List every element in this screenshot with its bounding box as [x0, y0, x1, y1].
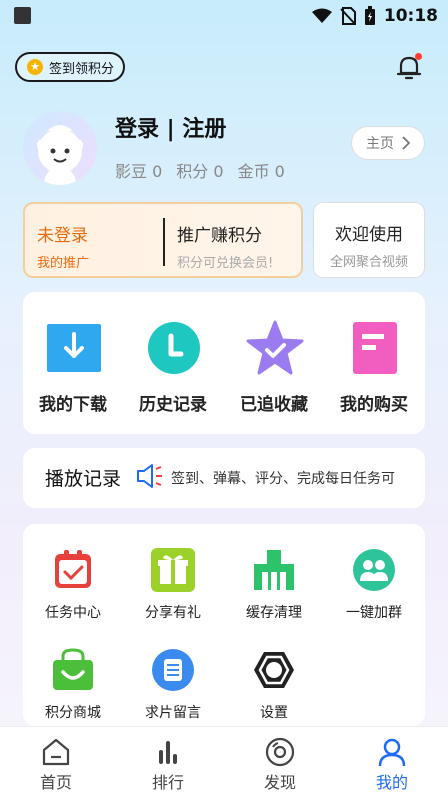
stat-coins: 金币 0 — [237, 162, 285, 181]
task-center-icon — [55, 550, 91, 588]
earn-points-title: 推广赚积分 — [177, 226, 262, 246]
task-center-label: 任务中心 — [45, 605, 101, 621]
request-message-button[interactable]: 求片留言 — [123, 648, 223, 728]
notification-badge — [415, 53, 422, 60]
chevron-right-icon — [402, 136, 410, 150]
tab-ranking[interactable]: 排行 — [112, 727, 224, 796]
earn-points-promo[interactable]: 推广赚积分 积分可兑换会员! — [177, 221, 273, 271]
promotion-card[interactable]: 未登录 我的推广 推广赚积分 积分可兑换会员! — [23, 202, 303, 278]
ranking-icon — [159, 741, 177, 764]
purchases-label: 我的购买 — [340, 395, 408, 415]
favorite-star-icon — [246, 320, 304, 375]
task-center-button[interactable]: 任务中心 — [23, 548, 123, 628]
shop-bag-icon — [53, 648, 93, 690]
my-downloads-label: 我的下载 — [39, 395, 107, 415]
speaker-announcement-icon — [137, 464, 162, 488]
welcome-sub: 全网聚合视频 — [329, 255, 408, 270]
welcome-title: 欢迎使用 — [335, 225, 403, 245]
status-bar: 10:18 — [0, 0, 448, 32]
welcome-card[interactable]: 欢迎使用 全网聚合视频 — [313, 202, 425, 278]
play-record-card[interactable]: 播放记录 签到、弹幕、评分、完成每日任务可 — [23, 448, 425, 508]
tab-home[interactable]: 首页 — [0, 727, 112, 796]
history-label: 历史记录 — [139, 395, 207, 415]
not-logged-in-label: 未登录 — [37, 226, 88, 246]
share-gift-label: 分享有礼 — [145, 605, 201, 621]
play-record-title: 播放记录 — [45, 468, 122, 490]
points-mall-label: 积分商城 — [45, 705, 101, 721]
default-avatar-icon — [37, 125, 83, 185]
cache-clean-button[interactable]: 缓存清理 — [224, 548, 324, 628]
favorites-button[interactable]: 已追收藏 — [224, 292, 324, 434]
battery-charging-icon — [364, 6, 375, 25]
star-coin-icon: ★ — [27, 59, 43, 75]
homepage-button[interactable]: 主页 — [351, 126, 425, 160]
avatar[interactable] — [23, 111, 97, 185]
tab-discover-label: 发现 — [263, 773, 296, 792]
download-icon — [47, 324, 101, 372]
my-downloads-button[interactable]: 我的下载 — [23, 292, 123, 434]
purchase-icon — [353, 322, 397, 374]
settings-button[interactable]: 设置 — [224, 648, 324, 728]
promo-divider — [163, 218, 165, 266]
wifi-icon — [311, 8, 332, 23]
status-time: 10:18 — [383, 6, 438, 26]
tab-profile-label: 我的 — [375, 773, 408, 792]
cache-clean-icon — [254, 550, 294, 590]
tools-card: 任务中心 分享有礼 缓存清理 一键加群 积分商城 求片留言 设置 — [23, 524, 425, 726]
group-icon — [353, 549, 395, 591]
points-mall-button[interactable]: 积分商城 — [23, 648, 123, 728]
stat-points: 积分 0 — [176, 162, 224, 181]
gift-icon — [151, 548, 195, 592]
cache-clean-label: 缓存清理 — [246, 605, 302, 621]
homepage-label: 主页 — [366, 136, 394, 152]
share-gift-button[interactable]: 分享有礼 — [123, 548, 223, 628]
message-icon — [152, 649, 194, 691]
no-sim-icon — [340, 7, 356, 25]
settings-label: 设置 — [260, 705, 288, 721]
settings-icon — [254, 652, 294, 688]
my-promotion-label: 我的推广 — [37, 256, 90, 271]
purchases-button[interactable]: 我的购买 — [324, 292, 424, 434]
join-group-label: 一键加群 — [346, 605, 402, 621]
home-icon — [42, 738, 70, 766]
quick-actions-card: 我的下载 历史记录 已追收藏 我的购买 — [23, 292, 425, 434]
favorites-label: 已追收藏 — [240, 395, 308, 415]
discover-icon — [265, 737, 295, 767]
tab-profile[interactable]: 我的 — [336, 727, 448, 796]
profile-icon — [378, 738, 406, 767]
tab-home-label: 首页 — [39, 773, 72, 792]
notification-button[interactable] — [395, 53, 423, 81]
history-button[interactable]: 历史记录 — [123, 292, 223, 434]
bottom-tab-bar: 首页 排行 发现 我的 — [0, 726, 448, 796]
tab-discover[interactable]: 发现 — [224, 727, 336, 796]
stat-yingdou: 影豆 0 — [115, 162, 163, 181]
announcement-marquee: 签到、弹幕、评分、完成每日任务可 — [171, 471, 395, 487]
request-message-label: 求片留言 — [145, 705, 201, 721]
user-stats: 影豆 0 积分 0 金币 0 — [115, 158, 285, 182]
notification-square-icon — [14, 7, 31, 24]
earn-points-sub: 积分可兑换会员! — [177, 256, 274, 271]
my-promotion[interactable]: 未登录 我的推广 — [37, 221, 89, 271]
join-group-button[interactable]: 一键加群 — [324, 548, 424, 628]
login-register-link[interactable]: 登录 | 注册 — [115, 111, 226, 143]
signin-button[interactable]: ★ 签到领积分 — [15, 52, 125, 82]
tab-ranking-label: 排行 — [151, 773, 184, 792]
history-icon — [148, 322, 200, 374]
signin-label: 签到领积分 — [49, 61, 115, 77]
